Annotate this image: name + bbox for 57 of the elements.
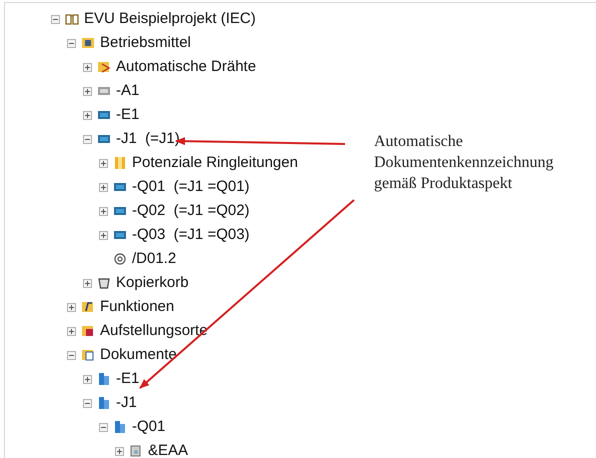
expand-icon[interactable] xyxy=(115,446,124,456)
folder-icon xyxy=(81,348,95,362)
expand-icon[interactable] xyxy=(99,230,108,240)
tree-item[interactable]: -E1 xyxy=(116,368,140,390)
document-icon xyxy=(97,396,111,410)
tree-item[interactable]: -J1 xyxy=(116,392,137,414)
collapse-icon[interactable] xyxy=(67,350,76,360)
tree-item[interactable]: /D01.2 xyxy=(132,248,176,270)
device-icon xyxy=(113,204,127,218)
collapse-icon[interactable] xyxy=(83,398,92,408)
collapse-icon[interactable] xyxy=(51,14,60,24)
folder-icon xyxy=(81,36,95,50)
tree-item[interactable]: -Q01 xyxy=(132,416,166,438)
expand-icon[interactable] xyxy=(67,326,76,336)
tree-item[interactable]: -E1 xyxy=(116,104,140,126)
device-icon xyxy=(97,108,111,122)
tree-item[interactable]: Aufstellungsorte xyxy=(100,320,208,342)
tree-item[interactable]: Kopierkorb xyxy=(116,272,189,294)
device-icon xyxy=(113,228,127,242)
expand-icon[interactable] xyxy=(99,182,108,192)
document-icon xyxy=(129,444,143,458)
tree-item[interactable]: EVU Beispielprojekt (IEC) xyxy=(84,8,256,30)
document-icon xyxy=(113,420,127,434)
folder-icon xyxy=(81,324,95,338)
tree-item[interactable]: -Q02 (=J1 =Q02) xyxy=(132,200,250,222)
expand-icon[interactable] xyxy=(83,62,92,72)
annotation-text: Automatische Dokumentenkennzeichnung gemäß Produktaspekt xyxy=(374,132,554,194)
tree-item[interactable]: Funktionen xyxy=(100,296,174,318)
expand-icon[interactable] xyxy=(83,86,92,96)
tree-item[interactable]: Betriebsmittel xyxy=(100,32,191,54)
expand-icon[interactable] xyxy=(99,206,108,216)
basket-icon xyxy=(97,276,111,290)
expand-icon[interactable] xyxy=(83,278,92,288)
tree-item[interactable]: Automatische Drähte xyxy=(116,56,256,78)
tree-item[interactable]: &EAA xyxy=(148,440,188,458)
tree-item[interactable]: -J1 (=J1) xyxy=(116,128,180,150)
expand-icon[interactable] xyxy=(99,158,108,168)
folder-icon xyxy=(97,60,111,74)
tree-item[interactable]: Potenziale Ringleitungen xyxy=(132,152,298,174)
collapse-icon[interactable] xyxy=(67,38,76,48)
folder-icon xyxy=(81,300,95,314)
view-icon xyxy=(113,252,127,266)
tree-item[interactable]: -A1 xyxy=(116,80,140,102)
folder-icon xyxy=(113,156,127,170)
device-icon xyxy=(113,180,127,194)
device-icon xyxy=(97,132,111,146)
expand-icon[interactable] xyxy=(83,374,92,384)
device-icon xyxy=(97,84,111,98)
collapse-icon[interactable] xyxy=(83,134,92,144)
tree-item[interactable]: -Q03 (=J1 =Q03) xyxy=(132,224,250,246)
collapse-icon[interactable] xyxy=(99,422,108,432)
book-icon xyxy=(65,12,79,26)
expand-icon[interactable] xyxy=(67,302,76,312)
document-icon xyxy=(97,372,111,386)
tree-item[interactable]: -Q01 (=J1 =Q01) xyxy=(132,176,250,198)
expand-icon[interactable] xyxy=(83,110,92,120)
tree-item[interactable]: Dokumente xyxy=(100,344,177,366)
